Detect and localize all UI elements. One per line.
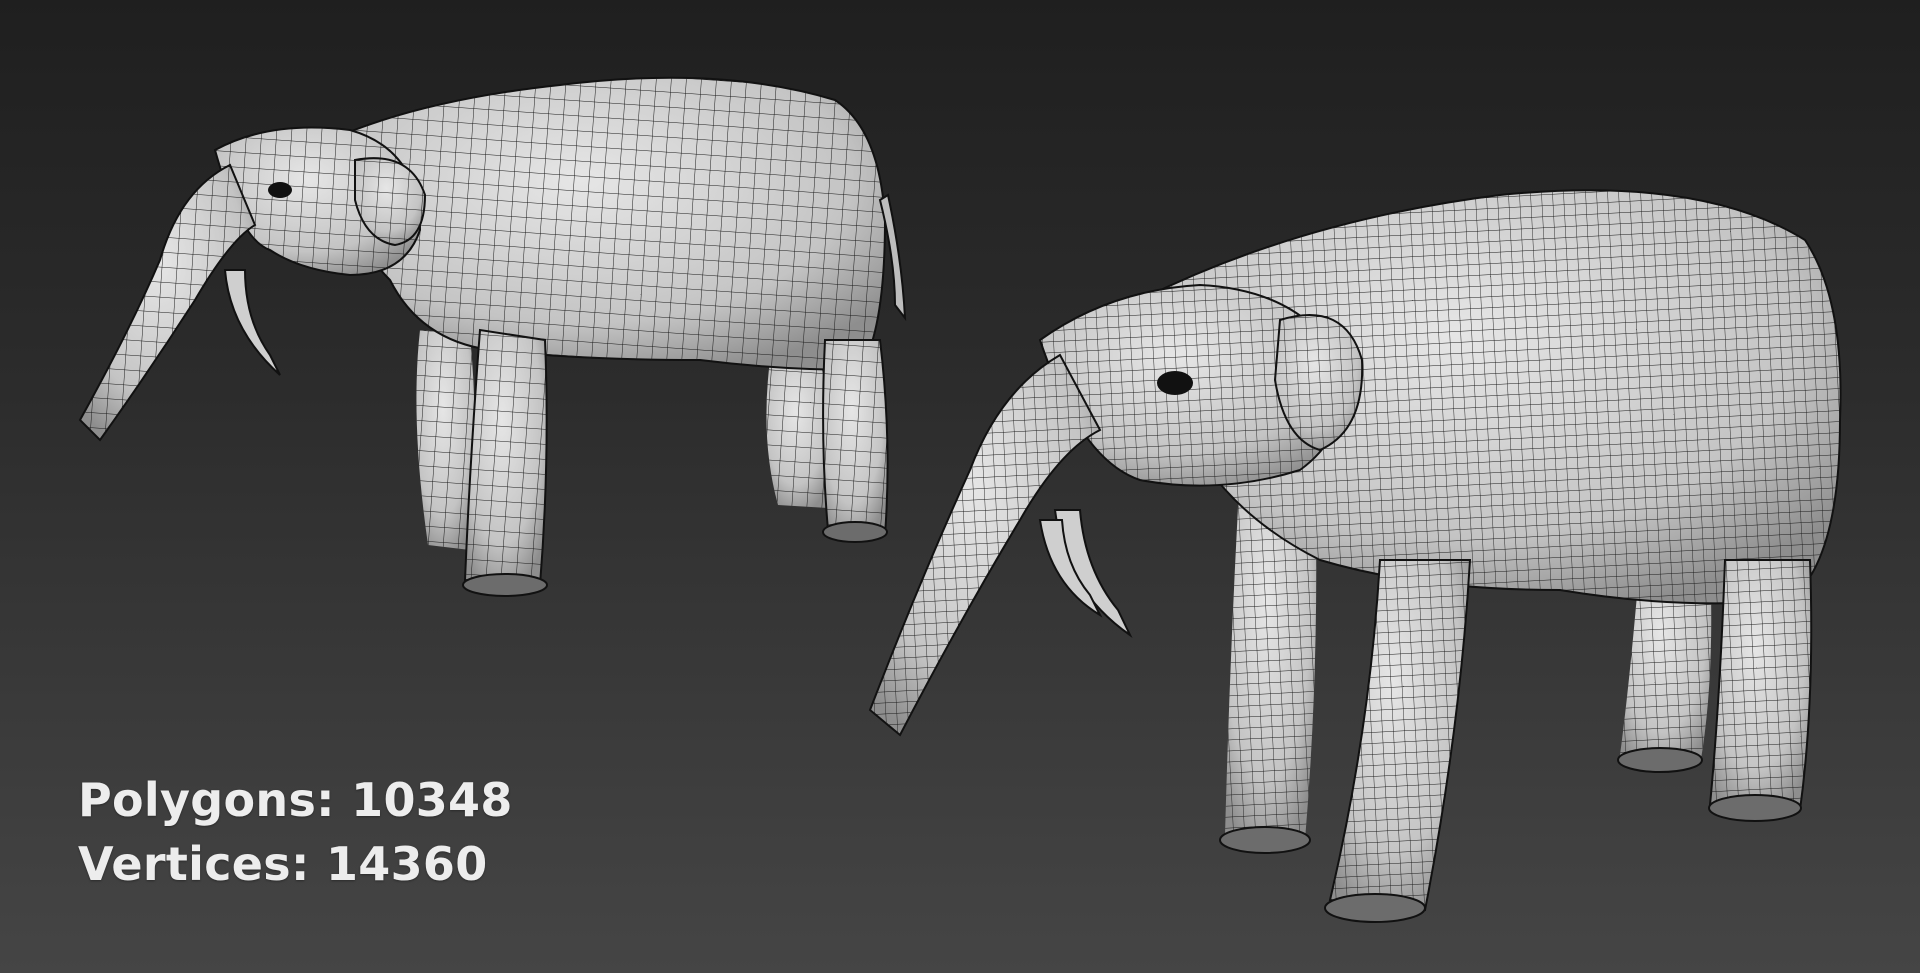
elephant-right-body: [868, 189, 1842, 923]
elephant-model-left[interactable]: [78, 76, 907, 597]
elephant-model-right[interactable]: [868, 189, 1842, 923]
vertex-count-label: Vertices: 14360: [78, 837, 488, 891]
3d-viewport[interactable]: Polygons: 10348 Vertices: 14360: [0, 0, 1920, 973]
elephant-left-body: [78, 76, 907, 597]
polygon-count-label: Polygons: 10348: [78, 773, 513, 827]
mesh-stats-overlay: Polygons: 10348 Vertices: 14360: [78, 768, 513, 896]
